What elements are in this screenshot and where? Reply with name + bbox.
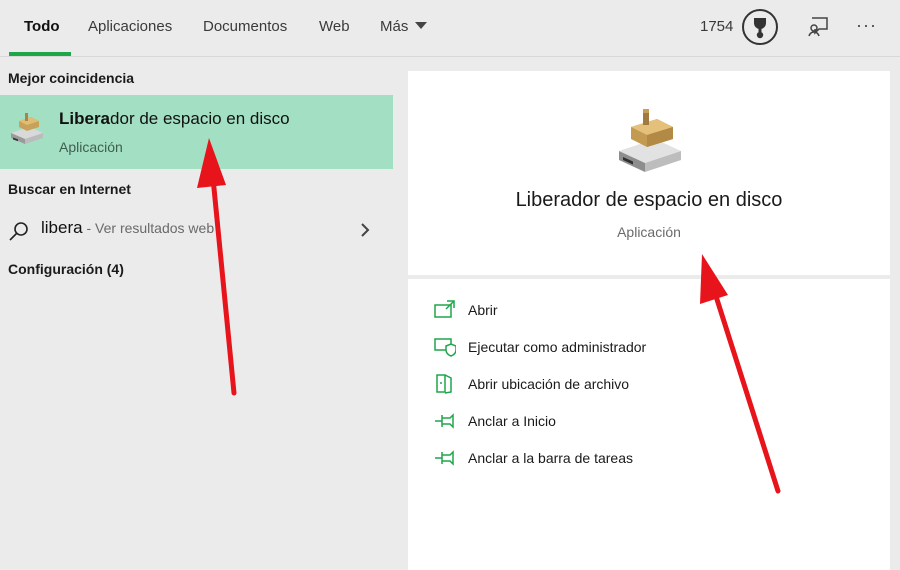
open-icon <box>434 300 456 320</box>
detail-title: Liberador de espacio en disco <box>515 189 783 211</box>
feedback-icon[interactable] <box>806 15 830 39</box>
web-query: libera <box>41 218 83 237</box>
tab-web[interactable]: Web <box>319 0 350 57</box>
pin-icon <box>434 411 456 431</box>
settings-heading[interactable]: Configuración (4) <box>8 261 124 277</box>
tab-mas[interactable]: Más <box>380 0 428 57</box>
action-file-location[interactable]: Abrir ubicación de archivo <box>434 372 874 398</box>
disk-cleanup-icon <box>9 111 45 145</box>
detail-actions: Abrir Ejecutar como administrador Abrir … <box>408 279 890 570</box>
rewards-points: 1754 <box>700 18 734 35</box>
search-icon <box>8 220 30 242</box>
internet-heading: Buscar en Internet <box>8 181 131 197</box>
file-location-icon <box>434 374 456 394</box>
pin-icon <box>434 448 456 468</box>
tab-mas-label: Más <box>380 18 409 35</box>
tab-documentos[interactable]: Documentos <box>203 0 287 57</box>
chevron-down-icon <box>415 22 428 29</box>
detail-subtitle: Aplicación <box>617 224 681 240</box>
detail-header: Liberador de espacio en disco Aplicación <box>408 71 890 275</box>
best-match-title: Liberador de espacio en disco <box>59 109 290 129</box>
more-options-icon[interactable]: ··· <box>856 14 877 36</box>
action-run-as-admin[interactable]: Ejecutar como administrador <box>434 335 874 361</box>
best-match-result[interactable]: Liberador de espacio en disco Aplicación <box>0 95 393 169</box>
web-hint: - Ver resultados web <box>82 220 215 236</box>
action-label: Ejecutar como administrador <box>468 339 647 355</box>
web-result-text: libera - Ver resultados web <box>41 218 214 238</box>
action-pin-start[interactable]: Anclar a Inicio <box>434 409 874 435</box>
results-panel: Mejor coincidencia Liberador de espacio … <box>0 57 393 570</box>
disk-cleanup-large-icon <box>613 107 685 173</box>
best-match-title-highlight: Libera <box>59 109 111 128</box>
action-abrir[interactable]: Abrir <box>434 298 874 324</box>
best-match-heading: Mejor coincidencia <box>8 70 135 86</box>
run-as-admin-icon <box>434 337 457 357</box>
best-match-title-rest: dor de espacio en disco <box>110 109 290 128</box>
tab-todo[interactable]: Todo <box>24 0 60 57</box>
action-label: Anclar a Inicio <box>468 413 556 429</box>
action-label: Abrir <box>468 302 498 318</box>
tab-aplicaciones[interactable]: Aplicaciones <box>88 0 172 57</box>
chevron-right-icon[interactable] <box>358 221 372 239</box>
best-match-subtitle: Aplicación <box>59 139 123 155</box>
active-tab-indicator <box>9 52 71 56</box>
medal-icon[interactable] <box>742 9 778 45</box>
action-label: Anclar a la barra de tareas <box>468 450 633 466</box>
action-label: Abrir ubicación de archivo <box>468 376 630 392</box>
web-search-result[interactable]: libera - Ver resultados web <box>0 212 393 250</box>
search-tab-bar: Todo Aplicaciones Documentos Web Más 175… <box>0 0 900 57</box>
action-pin-taskbar[interactable]: Anclar a la barra de tareas <box>434 446 874 472</box>
